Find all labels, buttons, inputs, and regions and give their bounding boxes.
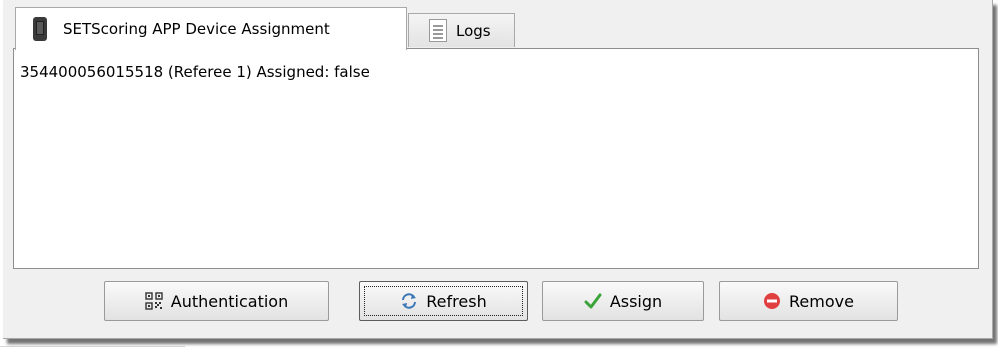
refresh-button[interactable]: Refresh (359, 281, 528, 321)
document-icon (429, 19, 447, 42)
tab-label: Logs (456, 21, 491, 40)
remove-icon (764, 293, 781, 309)
remove-button[interactable]: Remove (719, 281, 898, 321)
tab-label: SETScoring APP Device Assignment (63, 20, 330, 38)
tab-logs[interactable]: Logs (408, 13, 515, 47)
refresh-button-label: Refresh (426, 291, 487, 311)
list-item[interactable]: 354400056015518 (Referee 1) Assigned: fa… (20, 63, 370, 81)
assign-button[interactable]: Assign (542, 281, 704, 321)
remove-button-label: Remove (789, 291, 854, 311)
phone-icon (33, 17, 47, 41)
assign-button-label: Assign (609, 291, 663, 311)
background-fragment (0, 346, 185, 347)
authentication-button[interactable]: Authentication (104, 281, 329, 321)
device-list[interactable]: 354400056015518 (Referee 1) Assigned: fa… (13, 48, 979, 269)
qr-code-icon (145, 292, 163, 310)
authentication-button-label: Authentication (170, 291, 289, 311)
app-window: SETScoring APP Device Assignment Logs 35… (3, 0, 993, 339)
button-bar: Authentication Refresh Assign Remove (3, 277, 992, 327)
tab-bar: SETScoring APP Device Assignment Logs (3, 0, 992, 50)
refresh-icon (402, 293, 417, 309)
checkmark-icon (584, 293, 602, 309)
tab-device-assignment[interactable]: SETScoring APP Device Assignment (15, 7, 407, 50)
